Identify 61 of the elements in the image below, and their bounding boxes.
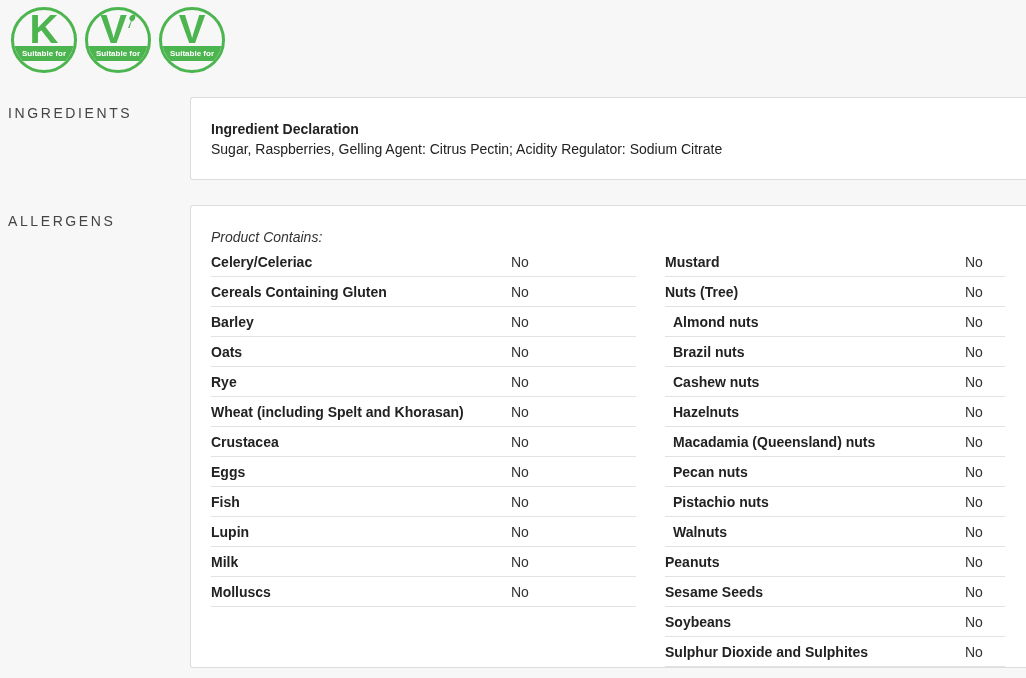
allergen-value: No bbox=[965, 613, 983, 630]
allergen-value: No bbox=[965, 283, 983, 300]
allergen-value: No bbox=[511, 583, 529, 600]
allergen-value: No bbox=[965, 373, 983, 390]
allergen-name: Brazil nuts bbox=[672, 343, 746, 360]
allergen-name: Oats bbox=[211, 343, 244, 360]
badge-caption: Suitable for bbox=[14, 46, 74, 61]
allergen-value: No bbox=[965, 553, 983, 570]
allergen-name: Soybeans bbox=[665, 613, 733, 630]
allergen-value: No bbox=[965, 343, 983, 360]
allergen-name: Crustacea bbox=[211, 433, 280, 450]
allergen-value: No bbox=[965, 583, 983, 600]
allergen-name: Mustard bbox=[665, 253, 721, 270]
allergen-value: No bbox=[511, 553, 529, 570]
allergen-name: Eggs bbox=[211, 463, 247, 480]
allergen-name: Fish bbox=[211, 493, 241, 510]
allergen-heading: Product Contains: bbox=[211, 229, 324, 245]
allergen-name: Nuts (Tree) bbox=[665, 283, 740, 300]
allergen-name: Celery/Celeriac bbox=[211, 253, 314, 270]
allergen-value: No bbox=[965, 643, 983, 660]
allergen-value: No bbox=[511, 433, 529, 450]
allergen-name: Walnuts bbox=[672, 523, 728, 540]
allergen-name: Wheat (including Spelt and Khorasan) bbox=[211, 403, 465, 420]
allergen-value: No bbox=[965, 313, 983, 330]
allergen-name: Sulphur Dioxide and Sulphites bbox=[665, 643, 869, 660]
allergen-name: Macadamia (Queensland) nuts bbox=[672, 433, 877, 450]
allergen-name: Sesame Seeds bbox=[665, 583, 765, 600]
allergen-value: No bbox=[965, 523, 983, 540]
allergen-value: No bbox=[965, 433, 983, 450]
allergen-value: No bbox=[511, 403, 529, 420]
allergen-name: Molluscs bbox=[211, 583, 272, 600]
allergen-name: Rye bbox=[211, 373, 238, 390]
allergen-value: No bbox=[511, 493, 529, 510]
allergen-value: No bbox=[965, 253, 983, 270]
allergen-value: No bbox=[511, 523, 529, 540]
allergen-value: No bbox=[965, 463, 983, 480]
badge-caption: Suitable for bbox=[162, 46, 222, 61]
section-heading: ALLERGENS bbox=[7, 212, 117, 231]
allergen-value: No bbox=[965, 403, 983, 420]
allergen-name: Almond nuts bbox=[672, 313, 760, 330]
badge-caption: Suitable for bbox=[88, 46, 148, 61]
leaf-icon bbox=[127, 14, 136, 28]
allergen-name: Peanuts bbox=[665, 553, 721, 570]
allergen-name: Lupin bbox=[211, 523, 251, 540]
section-heading: INGREDIENTS bbox=[7, 104, 134, 123]
allergen-value: No bbox=[965, 493, 983, 510]
allergen-value: No bbox=[511, 283, 529, 300]
allergen-name: Pecan nuts bbox=[672, 463, 749, 480]
allergen-value: No bbox=[511, 253, 529, 270]
ingredient-title: Ingredient Declaration bbox=[211, 121, 360, 137]
allergen-value: No bbox=[511, 343, 529, 360]
allergen-value: No bbox=[511, 313, 529, 330]
ingredient-text: Sugar, Raspberries, Gelling Agent: Citrus Pectin; Acidity Regulator: Sodium Citrate bbox=[211, 141, 724, 157]
allergen-name: Barley bbox=[211, 313, 255, 330]
allergen-name: Hazelnuts bbox=[672, 403, 741, 420]
allergen-value: No bbox=[511, 373, 529, 390]
allergen-name: Milk bbox=[211, 553, 240, 570]
allergen-name: Cereals Containing Gluten bbox=[211, 283, 388, 300]
allergen-name: Pistachio nuts bbox=[672, 493, 770, 510]
allergen-value: No bbox=[511, 463, 529, 480]
allergen-name: Cashew nuts bbox=[672, 373, 761, 390]
